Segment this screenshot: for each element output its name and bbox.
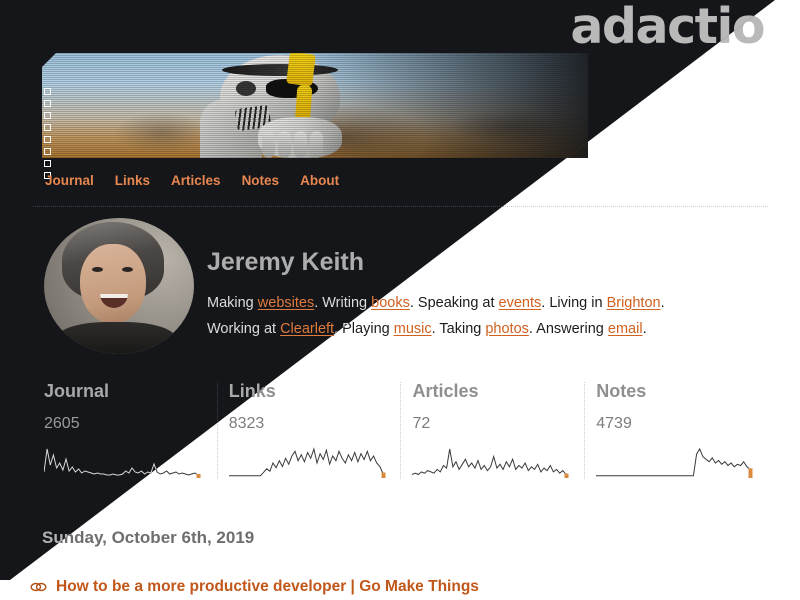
bio-text: .: [642, 320, 647, 337]
sidebar-item-articles[interactable]: Articles: [171, 173, 221, 188]
bio-link[interactable]: Brighton: [607, 295, 661, 311]
swatch-icon: [44, 112, 51, 119]
sidebar-item-journal[interactable]: Journal: [45, 173, 94, 188]
stat-label: Notes: [596, 381, 647, 401]
bio-text: . Speaking at: [409, 295, 499, 311]
stat-count: 2605: [44, 415, 80, 432]
feed-entry[interactable]: How to be a more productive developer | …: [30, 578, 479, 596]
sparkline-chart: [412, 448, 569, 478]
stat-count: 4739: [596, 415, 632, 432]
main-nav[interactable]: Journal Links Articles Notes About: [45, 173, 339, 188]
color-swatch-strip: [44, 88, 51, 179]
sidebar-item-about[interactable]: About: [300, 173, 339, 188]
bio-link[interactable]: websites: [258, 295, 314, 311]
bio-text: . Writing: [314, 295, 372, 311]
swatch-icon: [44, 160, 51, 167]
link-icon: [30, 582, 47, 592]
stat-count: 72: [412, 415, 431, 432]
bio-link[interactable]: events: [499, 295, 542, 311]
bio-text: . Answering: [528, 320, 608, 337]
bio-link[interactable]: email: [608, 321, 643, 337]
feed-entry-title[interactable]: How to be a more productive developer | …: [56, 578, 479, 596]
bio-link[interactable]: Clearleft: [280, 321, 334, 337]
page-stage: adactio: [0, 0, 800, 600]
swatch-icon: [44, 148, 51, 155]
stat-label: Articles: [412, 381, 479, 401]
bio-text: Making: [207, 295, 258, 311]
swatch-icon: [44, 124, 51, 131]
sparkline-chart: [228, 447, 386, 478]
stat-card: Articles 72: [400, 382, 584, 479]
stat-count: 8323: [228, 415, 265, 432]
bio-text: .: [660, 295, 665, 311]
banner-image: [42, 53, 588, 158]
bio-text: . Living in: [541, 295, 607, 311]
swatch-icon: [44, 100, 51, 107]
swatch-icon: [44, 136, 51, 143]
avatar: [44, 218, 194, 354]
page-title: Jeremy Keith: [207, 248, 365, 276]
stat-label: Journal: [44, 381, 110, 401]
sidebar-item-notes[interactable]: Notes: [242, 173, 280, 188]
bio-link[interactable]: photos: [485, 321, 529, 337]
stat-card: Notes 4739: [584, 382, 768, 479]
swatch-icon: [44, 88, 51, 95]
bio-link[interactable]: music: [394, 321, 432, 337]
sidebar-item-links[interactable]: Links: [115, 173, 150, 188]
bio-text: Working at: [207, 320, 281, 337]
sparkline-chart: [596, 447, 753, 478]
bio-text: . Taking: [431, 320, 486, 337]
